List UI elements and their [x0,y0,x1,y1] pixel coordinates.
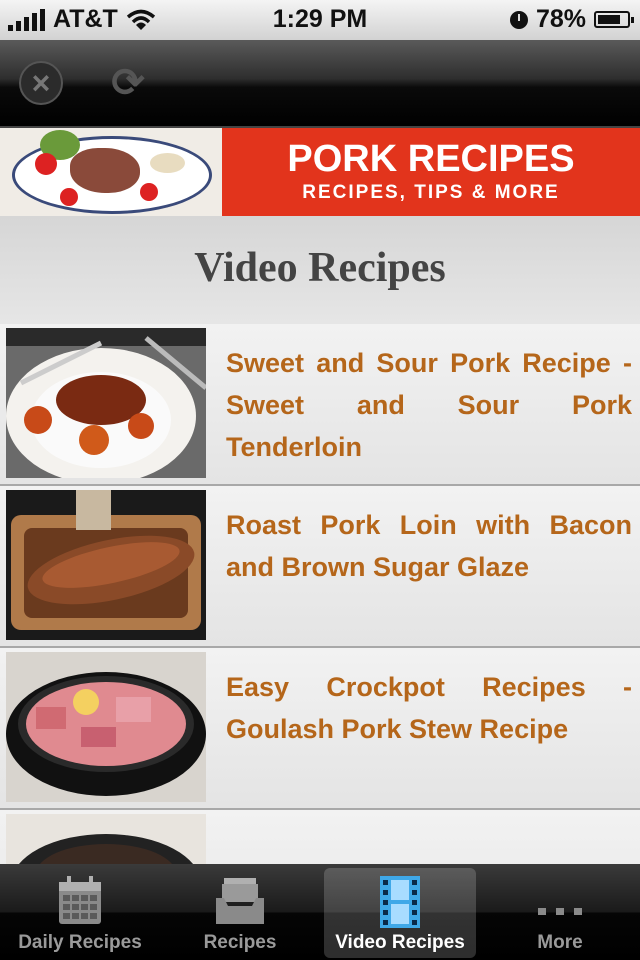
banner-food-photo [0,128,222,216]
tab-more[interactable]: More [484,868,636,958]
tab-recipes[interactable]: Recipes [164,868,316,958]
tab-video-recipes[interactable]: Video Recipes [324,868,476,958]
list-item[interactable]: Easy Crockpot Recipes - Goulash Pork Ste… [0,648,640,810]
list-item[interactable]: Roast Pork Loin with Bacon and Brown Sug… [0,486,640,648]
recipe-thumbnail [6,652,206,802]
battery-group: 78% [509,5,634,34]
tab-label: More [537,932,583,953]
pork-recipes-banner[interactable]: PORK RECIPES RECIPES, TIPS & MORE [0,128,640,216]
film-icon [380,876,420,928]
video-recipe-list[interactable]: Sweet and Sour Pork Recipe - Sweet and S… [0,324,640,864]
tab-label: Recipes [203,932,277,953]
more-dots-icon [538,908,582,915]
close-button[interactable]: × [17,59,65,107]
banner-text: PORK RECIPES RECIPES, TIPS & MORE [222,128,640,216]
banner-title: PORK RECIPES [287,138,575,180]
tab-daily-recipes[interactable]: Daily Recipes [4,868,156,958]
status-bar: AT&T 1:29 PM 78% [0,0,640,40]
top-toolbar: × ⟳ [0,40,640,128]
tab-bar: Daily Recipes Recipes Video Recipes More [0,864,640,960]
section-header: Video Recipes [0,216,640,324]
battery-icon [594,11,634,28]
recipe-thumbnail [6,328,206,478]
refresh-button[interactable]: ⟳ [104,59,152,107]
clock-icon [509,10,528,29]
list-item[interactable] [0,810,640,864]
tab-label: Video Recipes [335,932,465,953]
list-item[interactable]: Sweet and Sour Pork Recipe - Sweet and S… [0,324,640,486]
tab-label: Daily Recipes [18,932,142,953]
battery-percent: 78% [535,5,586,33]
recipe-thumbnail [6,814,206,864]
recipe-thumbnail [6,490,206,640]
calendar-icon [59,876,101,924]
page-title: Video Recipes [194,245,446,291]
recipe-title: Roast Pork Loin with Bacon and Brown Sug… [226,510,632,582]
inbox-tray-icon [216,878,264,924]
banner-subtitle: RECIPES, TIPS & MORE [302,182,560,203]
refresh-icon: ⟳ [111,61,145,105]
recipe-title: Sweet and Sour Pork Recipe - Sweet and S… [226,348,632,462]
close-icon: × [19,61,63,105]
recipe-title: Easy Crockpot Recipes - Goulash Pork Ste… [226,672,632,744]
